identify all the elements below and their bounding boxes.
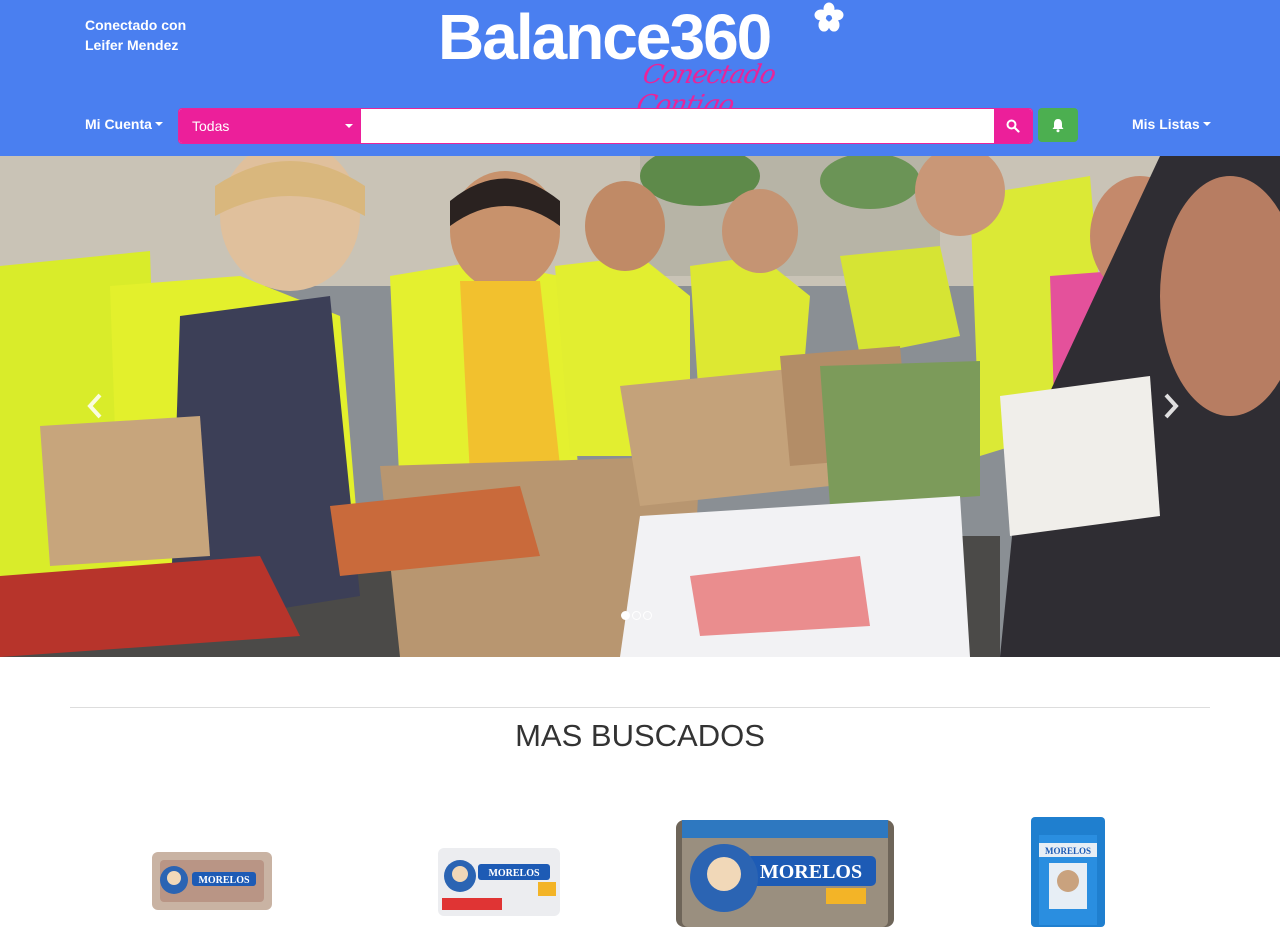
connected-username[interactable]: Leifer Mendez	[85, 35, 186, 55]
product-brand: MORELOS	[198, 875, 250, 886]
site-header: Conectado con Leifer Mendez Balance360 C…	[0, 0, 1280, 156]
product-image: MORELOS	[152, 852, 272, 910]
product-card[interactable]: MORELOS	[438, 846, 560, 918]
search-input[interactable]	[361, 109, 994, 143]
hero-carousel	[0, 156, 1280, 657]
carousel-dot[interactable]	[621, 611, 630, 620]
product-image: MORELOS	[676, 820, 894, 927]
chevron-left-icon	[87, 393, 102, 419]
chevron-right-icon	[1164, 393, 1179, 419]
site-logo[interactable]: Balance360 Conectado Contigo	[438, 0, 858, 120]
caret-down-icon	[1202, 122, 1211, 126]
category-select[interactable]: Todas	[179, 109, 361, 143]
carousel-prev-button[interactable]	[80, 386, 110, 426]
caret-down-icon	[154, 122, 163, 126]
my-lists-label: Mis Listas	[1132, 116, 1200, 132]
my-account-label: Mi Cuenta	[85, 116, 152, 132]
my-lists-menu[interactable]: Mis Listas	[1132, 116, 1211, 132]
product-image: MORELOS	[438, 848, 560, 916]
product-brand: MORELOS	[488, 868, 540, 879]
section-title: MAS BUSCADOS	[515, 718, 765, 753]
bell-icon	[1052, 118, 1064, 132]
notifications-button[interactable]	[1038, 108, 1078, 142]
my-account-menu[interactable]: Mi Cuenta	[85, 116, 163, 132]
carousel-slide-image	[0, 156, 1280, 657]
search-button[interactable]	[994, 109, 1032, 143]
product-brand: MORELOS	[1045, 846, 1091, 856]
connected-label: Conectado con	[85, 17, 187, 33]
product-card[interactable]: MORELOS	[152, 850, 272, 912]
section-divider	[70, 707, 1210, 708]
carousel-indicators	[621, 611, 652, 620]
search-icon	[1006, 119, 1020, 133]
category-selected-value: Todas	[192, 118, 230, 134]
caret-down-icon	[345, 124, 353, 128]
carousel-dot[interactable]	[643, 611, 652, 620]
product-image: MORELOS	[1031, 817, 1105, 927]
product-card[interactable]: MORELOS	[1031, 817, 1105, 927]
product-card[interactable]: MORELOS	[676, 816, 894, 927]
product-brand: MORELOS	[760, 861, 862, 883]
carousel-dot[interactable]	[632, 611, 641, 620]
carousel-next-button[interactable]	[1156, 386, 1186, 426]
connected-user: Conectado con Leifer Mendez	[85, 15, 186, 55]
flower-icon	[814, 2, 844, 32]
search-bar: Todas	[178, 108, 1033, 144]
